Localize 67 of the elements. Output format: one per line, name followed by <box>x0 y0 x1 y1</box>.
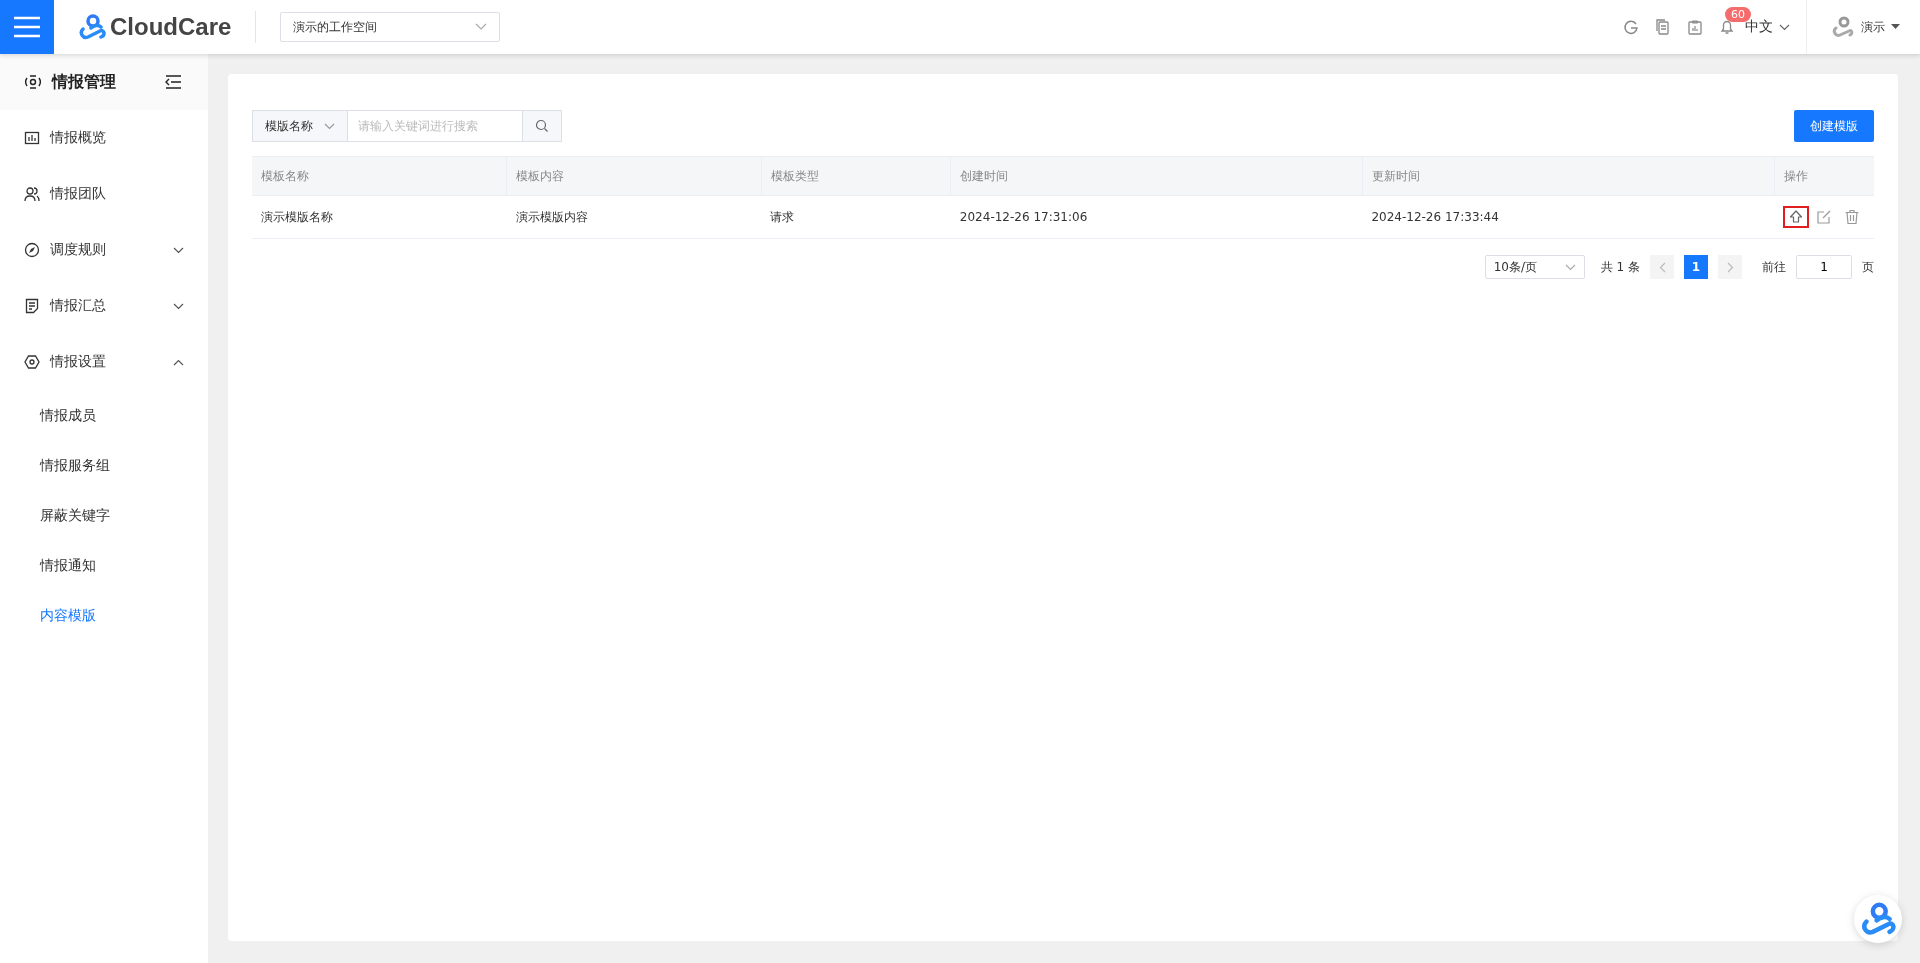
chevron-down-icon <box>475 23 488 31</box>
collapse-menu-icon[interactable] <box>164 74 182 90</box>
page-suffix: 页 <box>1862 258 1874 276</box>
column-header: 更新时间 <box>1371 168 1420 183</box>
table-cell: 演示模版内容 <box>515 209 588 224</box>
note-icon <box>24 298 40 314</box>
sidebar-subitem[interactable]: 情报通知 <box>0 540 208 590</box>
document-icon[interactable] <box>1655 19 1671 35</box>
search-field-dropdown[interactable]: 模版名称 <box>252 110 348 142</box>
chevron-up-icon <box>173 358 184 366</box>
chevron-left-icon <box>1658 261 1666 273</box>
sidebar-item[interactable]: 调度规则 <box>0 222 208 278</box>
column-header: 操作 <box>1783 168 1808 183</box>
settings-icon <box>24 354 40 370</box>
radar-icon <box>24 74 42 90</box>
sidebar-subitem[interactable]: 情报成员 <box>0 390 208 440</box>
people-icon <box>24 186 40 202</box>
brand-name: CloudCare <box>110 13 232 41</box>
search-icon <box>535 119 549 133</box>
create-template-button[interactable]: 创建模版 <box>1794 110 1874 142</box>
chevron-down-icon <box>173 246 184 254</box>
sidebar-item[interactable]: 情报团队 <box>0 166 208 222</box>
sidebar-title: 情报管理 <box>52 71 117 93</box>
upload-arrow-icon <box>1788 209 1804 225</box>
column-header: 模板名称 <box>261 168 309 183</box>
sidebar-item[interactable]: 情报设置 <box>0 334 208 390</box>
chart-icon <box>24 130 40 146</box>
table-cell: 2024-12-26 17:33:44 <box>1371 210 1499 224</box>
caret-down-icon <box>1891 24 1900 30</box>
search-button[interactable] <box>522 110 562 142</box>
total-count: 共 1 条 <box>1600 258 1640 276</box>
menu-button[interactable] <box>0 0 54 54</box>
upload-button[interactable] <box>1783 206 1809 228</box>
sidebar-item[interactable]: 情报汇总 <box>0 278 208 334</box>
column-header: 模板内容 <box>516 168 565 183</box>
compass-icon <box>24 242 40 258</box>
chevron-down-icon <box>1779 23 1790 31</box>
trash-icon <box>1844 209 1860 225</box>
logo-icon <box>78 13 106 41</box>
chevron-down-icon <box>324 122 335 130</box>
table-cell: 请求 <box>770 209 795 224</box>
sidebar-item[interactable]: 情报概览 <box>0 110 208 166</box>
page-jump-input[interactable]: 1 <box>1796 255 1852 279</box>
bell-icon[interactable] <box>1719 19 1735 35</box>
search-input[interactable]: 请输入关键词进行搜索 <box>348 110 522 142</box>
chevron-down-icon <box>173 302 184 310</box>
table-cell: 2024-12-26 17:31:06 <box>959 210 1088 224</box>
workspace-dropdown[interactable]: 演示的工作空间 <box>280 12 501 42</box>
user-menu[interactable]: 演示 <box>1807 16 1920 38</box>
logo-icon <box>1860 901 1896 937</box>
clipboard-chart-icon[interactable] <box>1687 19 1703 35</box>
sidebar-subitem[interactable]: 屏蔽关键字 <box>0 490 208 540</box>
chevron-right-icon <box>1726 261 1734 273</box>
table-cell: 演示模版名称 <box>261 209 333 224</box>
column-header: 模板类型 <box>770 168 819 183</box>
sidebar-subitem[interactable]: 情报服务组 <box>0 440 208 490</box>
edit-icon <box>1816 209 1832 225</box>
page-number-button[interactable]: 1 <box>1684 255 1708 279</box>
notification-badge: 60 <box>1725 7 1751 22</box>
refresh-icon[interactable] <box>1623 19 1639 35</box>
page-size-dropdown[interactable]: 10条/页 <box>1484 255 1585 279</box>
menu-icon <box>13 16 41 38</box>
avatar-icon <box>1831 16 1855 38</box>
column-header: 创建时间 <box>960 168 1009 183</box>
goto-label: 前往 <box>1762 258 1786 276</box>
sidebar-subitem[interactable]: 内容模版 <box>0 590 208 640</box>
chevron-down-icon <box>1564 263 1576 271</box>
